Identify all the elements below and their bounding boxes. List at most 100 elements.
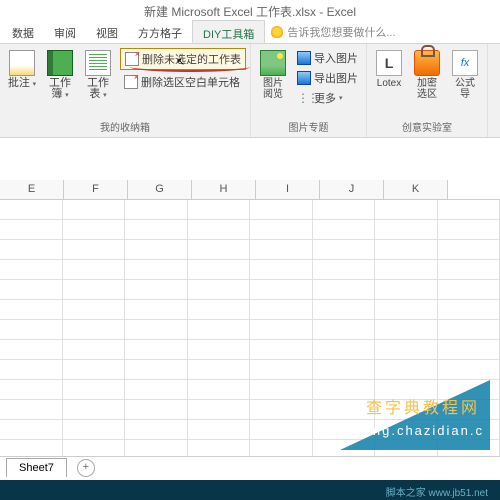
cell[interactable] [438,280,500,299]
cell[interactable] [188,400,251,419]
cell[interactable] [375,360,438,379]
tell-me[interactable]: 告诉我您想要做什么... [265,20,401,43]
cell[interactable] [313,400,376,419]
cell[interactable] [250,360,313,379]
cell[interactable] [0,200,63,219]
cell[interactable] [188,380,251,399]
cell[interactable] [0,260,63,279]
delete-unselected-sheets[interactable]: 删除未选定的工作表 ↖ [120,48,246,70]
cell[interactable] [0,320,63,339]
cell[interactable] [63,200,126,219]
table-row[interactable] [0,300,500,320]
worksheet-button[interactable]: 工作 表 ▾ [80,48,116,103]
tab-diy-toolbox[interactable]: DIY工具箱 [192,20,265,43]
cell[interactable] [313,320,376,339]
cell[interactable] [313,380,376,399]
cell[interactable] [63,400,126,419]
cell[interactable] [438,240,500,259]
cell[interactable] [63,420,126,439]
cell[interactable] [438,200,500,219]
export-image[interactable]: 导出图片 [293,68,362,88]
cell[interactable] [250,420,313,439]
cell[interactable] [313,240,376,259]
cell[interactable] [250,300,313,319]
table-row[interactable] [0,420,500,440]
cell[interactable] [250,280,313,299]
col-header[interactable]: H [192,180,256,199]
cell[interactable] [375,260,438,279]
cell[interactable] [125,320,188,339]
cell[interactable] [125,340,188,359]
cell[interactable] [313,220,376,239]
import-image[interactable]: 导入图片 [293,48,362,68]
delete-blank-cells[interactable]: 删除选区空白单元格 [120,72,246,92]
cell[interactable] [0,360,63,379]
col-header[interactable]: J [320,180,384,199]
cell[interactable] [250,320,313,339]
cell[interactable] [250,200,313,219]
tab-data[interactable]: 数据 [2,20,44,43]
cell[interactable] [250,400,313,419]
table-row[interactable] [0,340,500,360]
cell[interactable] [375,420,438,439]
tab-view[interactable]: 视图 [86,20,128,43]
table-row[interactable] [0,320,500,340]
new-sheet-button[interactable]: + [77,459,95,477]
formula-export-button[interactable]: 公式 导 [447,48,483,102]
cell[interactable] [375,340,438,359]
cell[interactable] [438,420,500,439]
cell[interactable] [125,240,188,259]
col-header[interactable]: E [0,180,64,199]
cell[interactable] [125,280,188,299]
cell[interactable] [0,300,63,319]
cell[interactable] [63,280,126,299]
cell[interactable] [438,360,500,379]
table-row[interactable] [0,280,500,300]
cell[interactable] [125,420,188,439]
cell[interactable] [313,300,376,319]
cell[interactable] [188,300,251,319]
cell[interactable] [0,420,63,439]
cell[interactable] [375,280,438,299]
cell[interactable] [188,420,251,439]
cell[interactable] [313,340,376,359]
cell[interactable] [188,340,251,359]
cell[interactable] [0,400,63,419]
cell[interactable] [375,320,438,339]
cell[interactable] [63,240,126,259]
cell[interactable] [250,340,313,359]
cell[interactable] [375,380,438,399]
cell[interactable] [188,240,251,259]
cell[interactable] [63,260,126,279]
cell[interactable] [188,320,251,339]
more-image[interactable]: 更多 ▾ [293,88,362,108]
cell[interactable] [438,320,500,339]
tab-ffgz[interactable]: 方方格子 [128,20,192,43]
cell[interactable] [188,260,251,279]
cell[interactable] [250,260,313,279]
table-row[interactable] [0,400,500,420]
cell[interactable] [0,380,63,399]
cell[interactable] [438,400,500,419]
col-header[interactable]: K [384,180,448,199]
cell[interactable] [313,200,376,219]
cell[interactable] [375,400,438,419]
col-header[interactable]: I [256,180,320,199]
cell[interactable] [63,380,126,399]
cell[interactable] [438,340,500,359]
table-row[interactable] [0,260,500,280]
cell[interactable] [375,300,438,319]
cell[interactable] [438,260,500,279]
cell[interactable] [250,380,313,399]
cell[interactable] [438,300,500,319]
cell[interactable] [125,380,188,399]
encrypt-selection-button[interactable]: 加密 选区 [409,48,445,102]
cell[interactable] [125,260,188,279]
cell[interactable] [250,240,313,259]
cell[interactable] [0,280,63,299]
table-row[interactable] [0,200,500,220]
table-row[interactable] [0,240,500,260]
cell[interactable] [250,220,313,239]
cell[interactable] [375,220,438,239]
cell[interactable] [125,220,188,239]
